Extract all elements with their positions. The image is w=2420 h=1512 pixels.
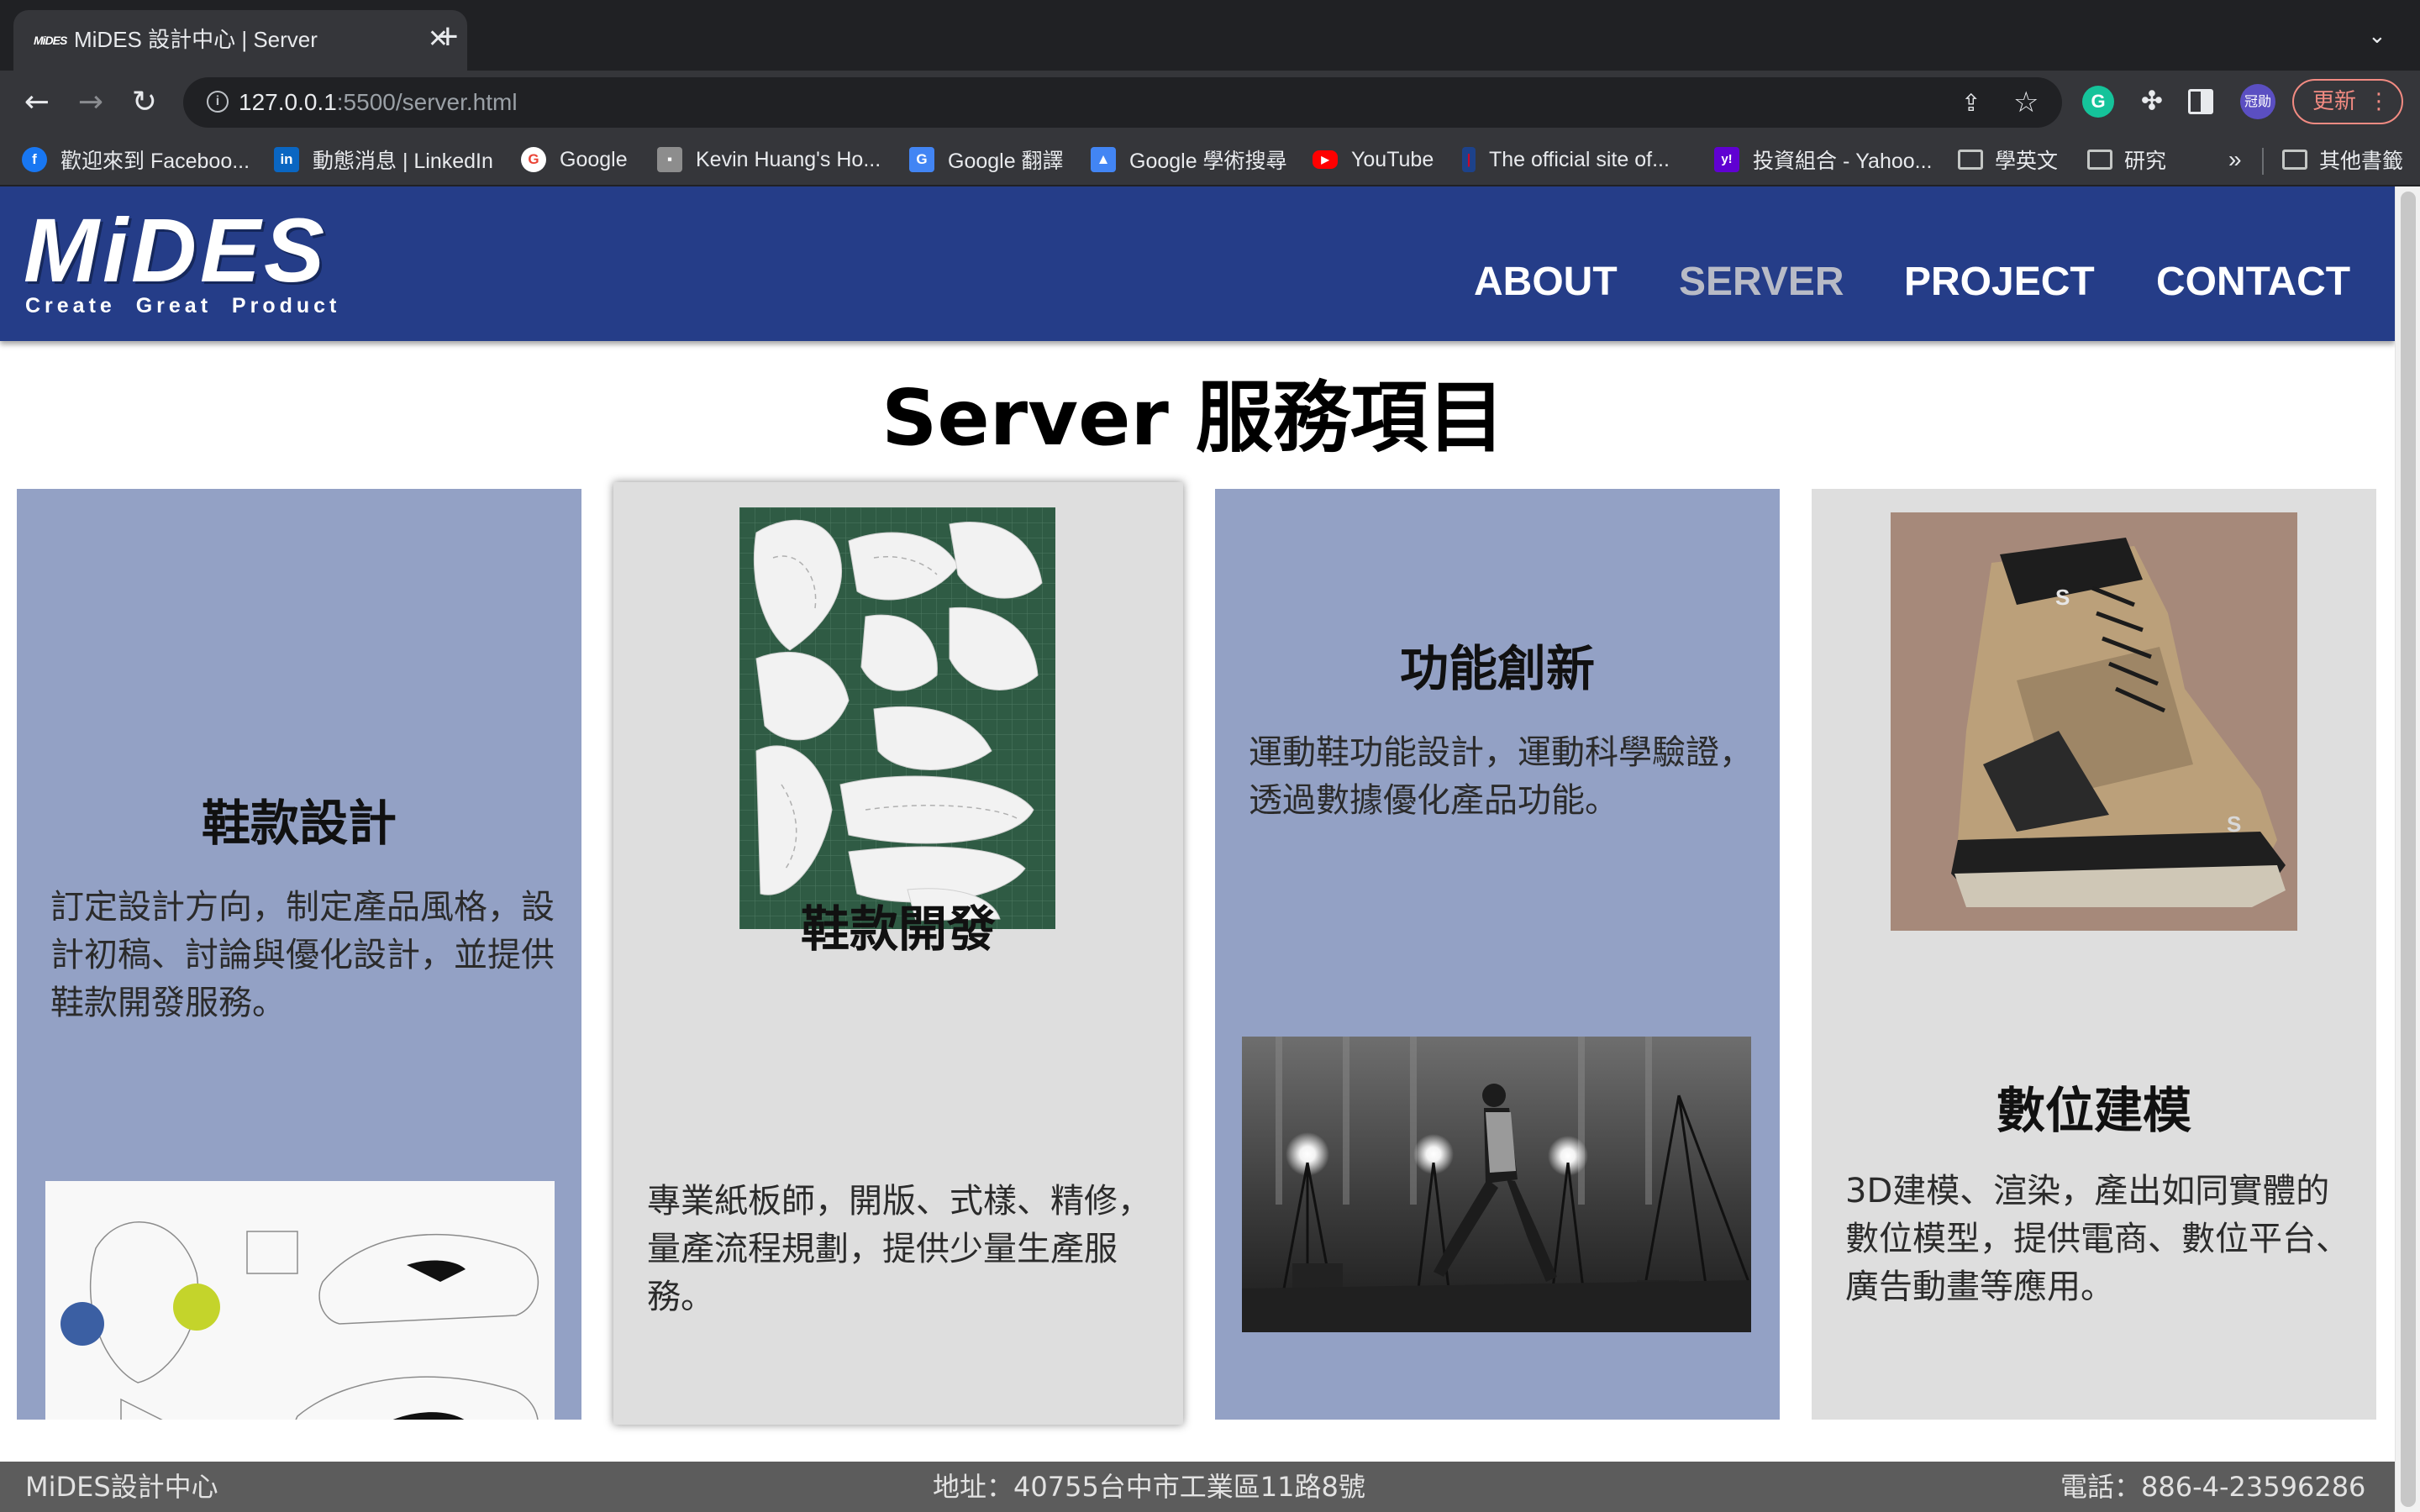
motion-capture-image	[1242, 1037, 1751, 1332]
site-info-icon[interactable]: i	[207, 91, 229, 113]
tab-search-chevron-icon[interactable]: ⌄	[2368, 24, 2386, 49]
back-arrow-icon[interactable]: ←	[17, 82, 57, 123]
page-scrollbar[interactable]	[2395, 186, 2420, 1512]
service-card-shoe-design: 鞋款設計 訂定設計方向，制定產品風格，設計初稿、討論與優化設計，並提供鞋款開發服…	[17, 489, 581, 1420]
nav-contact[interactable]: CONTACT	[2156, 257, 2350, 307]
bookmarks-bar: f 歡迎來到 Faceboo... in 動態消息 | LinkedIn G G…	[0, 134, 2420, 186]
profile-avatar[interactable]: 冠勛	[2240, 84, 2275, 119]
yahoo-icon: y!	[1714, 147, 1739, 172]
bookmark-google-scholar[interactable]: ▲ Google 學術搜尋	[1091, 143, 1287, 176]
page-icon: ▪	[657, 147, 682, 172]
browser-tabstrip: MiDES MiDES 設計中心 | Server ✕ + ⌄	[0, 0, 2420, 71]
3d-shoe-render-image: S S	[1891, 512, 2297, 931]
update-button[interactable]: 更新 ⋮	[2292, 79, 2403, 124]
card-heading: 數位建模	[1996, 1082, 2191, 1139]
logo-tagline: Create Great Product	[25, 294, 341, 318]
browser-toolbar: ← → ↻ i 127.0.0.1:5500/server.html ⇪ ☆ G…	[0, 71, 2420, 134]
bookmark-kevin-huang[interactable]: ▪ Kevin Huang's Ho...	[657, 143, 881, 176]
address-url[interactable]: 127.0.0.1:5500/server.html	[239, 87, 518, 118]
service-card-function-innovation: 功能創新 運動鞋功能設計，運動科學驗證，透過數據優化產品功能。	[1215, 489, 1780, 1420]
bookmark-google[interactable]: G Google	[521, 143, 628, 176]
card-heading: 鞋款開發	[800, 900, 996, 958]
bookmark-folder-english[interactable]: 學英文	[1958, 143, 2058, 176]
bookmark-yahoo[interactable]: y! 投資組合 - Yahoo...	[1714, 143, 1933, 176]
scholar-icon: ▲	[1091, 147, 1116, 172]
grammarly-extension-icon[interactable]: G	[2082, 86, 2114, 118]
new-tab-plus-icon[interactable]: +	[437, 18, 459, 55]
footer-company-name: MiDES設計中心	[25, 1471, 218, 1503]
youtube-icon: ▶	[1313, 150, 1338, 169]
shoe-sketch-image	[45, 1181, 555, 1420]
folder-icon	[1958, 150, 1983, 170]
tab-title: MiDES 設計中心 | Server	[74, 27, 318, 52]
footer-address: 地址：40755台中市工業區11路8號	[933, 1471, 1365, 1503]
service-card-digital-modeling: S S 數位建模 3D建模、渲染，產出如同實體的數位模型，提供電商、數位平台、廣…	[1812, 489, 2376, 1420]
card-description: 運動鞋功能設計，運動科學驗證，透過數據優化產品功能。	[1249, 733, 1753, 820]
menu-kebab-icon[interactable]: ⋮	[2368, 81, 2390, 123]
svg-text:S: S	[2227, 811, 2241, 837]
card-description: 專業紙板師，開版、式樣、精修，量產流程規劃，提供少量生產服務。	[647, 1182, 1151, 1316]
web-page: MiDES Create Great Product ABOUT SERVER …	[0, 186, 2420, 1512]
browser-tab-active[interactable]: MiDES MiDES 設計中心 | Server ✕	[13, 10, 467, 71]
site-footer: MiDES設計中心 地址：40755台中市工業區11路8號 電話：886-4-2…	[0, 1462, 2395, 1512]
svg-text:S: S	[2055, 585, 2070, 610]
nba-icon: |	[1462, 147, 1476, 172]
address-bar[interactable]: i 127.0.0.1:5500/server.html ⇪ ☆	[183, 77, 2062, 128]
folder-icon	[2087, 150, 2112, 170]
bookmark-folder-research[interactable]: 研究	[2087, 143, 2166, 176]
extensions-puzzle-icon[interactable]: ✣	[2136, 86, 2168, 118]
bookmark-nba[interactable]: | The official site of...	[1462, 143, 1670, 176]
site-header: MiDES Create Great Product ABOUT SERVER …	[0, 186, 2395, 341]
card-heading: 鞋款設計	[201, 795, 397, 852]
share-icon[interactable]: ⇪	[1961, 89, 1981, 117]
bookmark-facebook[interactable]: f 歡迎來到 Faceboo...	[22, 143, 250, 176]
bookmark-other-folder[interactable]: 其他書籤	[2282, 143, 2403, 176]
bookmark-star-icon[interactable]: ☆	[2013, 86, 2039, 119]
side-panel-icon[interactable]	[2188, 89, 2213, 114]
bookmarks-overflow-button[interactable]: »	[2228, 143, 2242, 176]
translate-icon: G	[909, 147, 934, 172]
reload-icon[interactable]: ↻	[124, 82, 165, 123]
service-card-shoe-development: 鞋款開發 專業紙板師，開版、式樣、精修，量產流程規劃，提供少量生產服務。	[613, 482, 1183, 1425]
bookmark-linkedin[interactable]: in 動態消息 | LinkedIn	[274, 143, 493, 176]
folder-icon	[2282, 150, 2307, 170]
card-description: 3D建模、渲染，產出如同實體的數位模型，提供電商、數位平台、廣告動畫等應用。	[1845, 1172, 2349, 1306]
footer-phone: 電話：886-4-23596286	[2060, 1471, 2366, 1503]
tab-favicon-icon: MiDES	[34, 34, 67, 47]
bookmark-google-translate[interactable]: G Google 翻譯	[909, 143, 1064, 176]
card-description: 訂定設計方向，制定產品風格，設計初稿、討論與優化設計，並提供鞋款開發服務。	[50, 888, 555, 1022]
google-icon: G	[521, 147, 546, 172]
linkedin-icon: in	[274, 147, 299, 172]
card-heading: 功能創新	[1399, 640, 1595, 697]
facebook-icon: f	[22, 147, 47, 172]
page-title: Server 服務項目	[881, 373, 1505, 463]
site-logo[interactable]: MiDES	[24, 200, 328, 301]
forward-arrow-icon[interactable]: →	[71, 82, 111, 123]
bookmark-youtube[interactable]: ▶ YouTube	[1313, 143, 1434, 176]
scrollbar-thumb[interactable]	[2401, 192, 2416, 1507]
pattern-pieces-image	[739, 507, 1055, 929]
nav-project[interactable]: PROJECT	[1904, 257, 2095, 307]
nav-server[interactable]: SERVER	[1679, 257, 1844, 307]
bookmarks-divider	[2262, 148, 2264, 175]
nav-about[interactable]: ABOUT	[1474, 257, 1618, 307]
